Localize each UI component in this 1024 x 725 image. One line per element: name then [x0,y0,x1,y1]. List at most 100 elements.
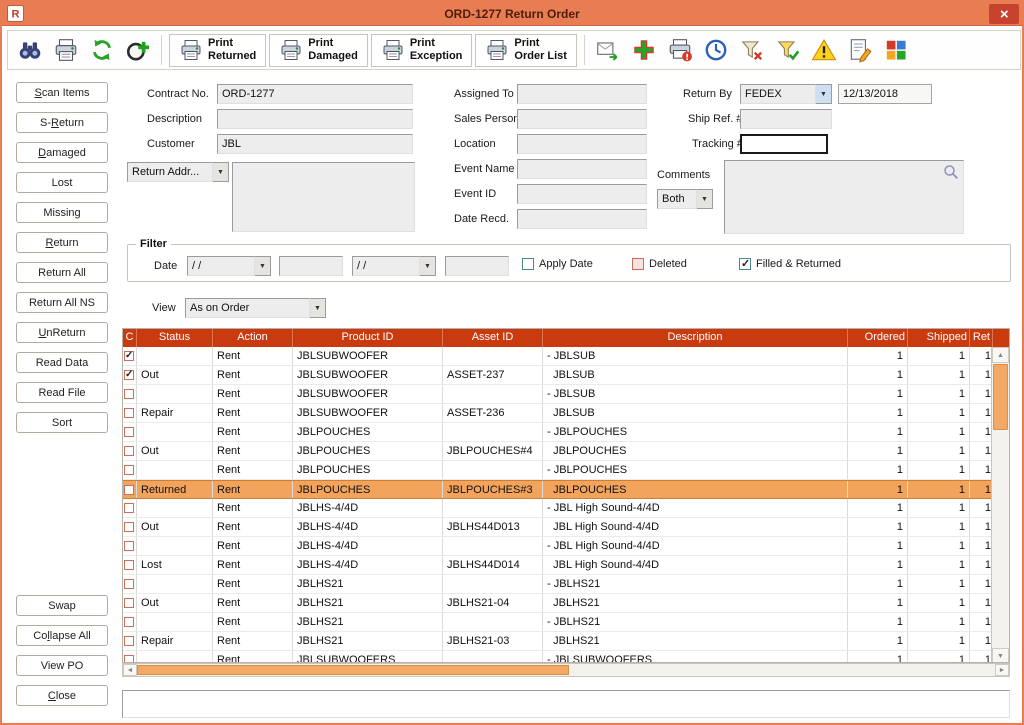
column-header-description[interactable]: Description [543,329,848,347]
add-circle-icon[interactable] [121,34,154,67]
sidebar-button-swap[interactable]: Swap [16,595,108,616]
comments-box[interactable] [724,160,964,234]
row-checkbox-icon[interactable] [124,522,134,532]
filter-clear-icon[interactable] [736,34,769,67]
edit-notes-icon[interactable] [844,34,877,67]
date-to-combo[interactable]: / / [352,256,436,276]
date-to-aux-field[interactable] [445,256,509,276]
table-row[interactable]: OutRentJBLHS21JBLHS21-04 JBLHS21111 [123,594,993,613]
color-grid-icon[interactable] [880,34,913,67]
vertical-scrollbar[interactable] [991,347,1009,663]
column-header-status[interactable]: Status [137,329,213,347]
sidebar-button-return-all-ns[interactable]: Return All NS [16,292,108,313]
sidebar-button-missing[interactable]: Missing [16,202,108,223]
sidebar-button-sort[interactable]: Sort [16,412,108,433]
table-row[interactable]: RentJBLSUBWOOFER- JBLSUB111 [123,347,993,366]
ship-ref-field[interactable] [740,109,832,129]
comments-filter-combo[interactable]: Both [657,189,713,209]
sidebar-button-close[interactable]: Close [16,685,108,706]
history-clock-icon[interactable] [700,34,733,67]
print-button-returned[interactable]: PrintReturned [169,34,266,67]
scroll-left-icon[interactable] [123,664,137,676]
horizontal-scrollbar[interactable] [122,663,1010,677]
sidebar-button-lost[interactable]: Lost [16,172,108,193]
row-checkbox-icon[interactable] [124,408,134,418]
chevron-down-icon[interactable] [816,84,832,104]
magnifier-icon[interactable] [942,163,960,181]
date-recd-field[interactable] [517,209,647,229]
print-icon[interactable] [49,34,82,67]
row-checkbox-icon[interactable] [124,465,134,475]
date-from-aux-field[interactable] [279,256,343,276]
row-checkbox-icon[interactable] [124,541,134,551]
table-row[interactable]: ReturnedRentJBLPOUCHESJBLPOUCHES#3 JBLPO… [123,480,993,499]
table-row[interactable]: OutRentJBLHS-4/4DJBLHS44D013 JBL High So… [123,518,993,537]
table-row[interactable]: RentJBLHS-4/4D- JBL High Sound-4/4D111 [123,537,993,556]
row-checkbox-icon[interactable] [124,427,134,437]
sidebar-button-damaged[interactable]: Damaged [16,142,108,163]
table-row[interactable]: RentJBLPOUCHES- JBLPOUCHES111 [123,423,993,442]
find-icon[interactable] [13,34,46,67]
scroll-right-icon[interactable] [995,664,1009,676]
table-row[interactable]: RepairRentJBLSUBWOOFERASSET-236 JBLSUB11… [123,404,993,423]
close-button[interactable] [989,4,1019,24]
sidebar-button-view-po[interactable]: View PO [16,655,108,676]
table-row[interactable]: RentJBLSUBWOOFER- JBLSUB111 [123,385,993,404]
filter-apply-icon[interactable] [772,34,805,67]
contract-no-field[interactable]: ORD-1277 [217,84,413,104]
filled-returned-checkbox[interactable]: Filled & Returned [739,258,841,270]
sidebar-button-s-return[interactable]: S-Return [16,112,108,133]
return-by-combo[interactable]: FEDEX [740,84,832,104]
print-button-damaged[interactable]: PrintDamaged [269,34,368,67]
table-row[interactable]: RentJBLSUBWOOFERS- JBLSUBWOOFERS111 [123,651,993,662]
column-header-ret[interactable]: Ret [970,329,993,347]
tracking-field[interactable] [740,134,828,154]
print-alert-icon[interactable] [664,34,697,67]
row-checkbox-icon[interactable] [124,503,134,513]
description-field[interactable] [217,109,413,129]
chevron-down-icon[interactable] [310,298,326,318]
sidebar-button-read-data[interactable]: Read Data [16,352,108,373]
column-header-asset_id[interactable]: Asset ID [443,329,543,347]
date-from-combo[interactable]: / / [187,256,271,276]
titlebar[interactable]: R ORD-1277 Return Order [2,2,1022,26]
row-checkbox-icon[interactable] [124,598,134,608]
location-field[interactable] [517,134,647,154]
row-checkbox-icon[interactable] [124,446,134,456]
event-id-field[interactable] [517,184,647,204]
customer-field[interactable]: JBL [217,134,413,154]
table-row[interactable]: OutRentJBLSUBWOOFERASSET-237 JBLSUB111 [123,366,993,385]
table-row[interactable]: RentJBLHS21- JBLHS21111 [123,575,993,594]
print-button-order-list[interactable]: PrintOrder List [475,34,577,67]
row-checkbox-icon[interactable] [124,636,134,646]
column-header-ordered[interactable]: Ordered [848,329,908,347]
column-header-action[interactable]: Action [213,329,293,347]
sidebar-button-scan-items[interactable]: Scan Items [16,82,108,103]
row-checkbox-icon[interactable] [124,485,134,495]
apply-date-checkbox[interactable]: Apply Date [522,258,593,270]
row-checkbox-icon[interactable] [124,579,134,589]
print-button-exception[interactable]: PrintException [371,34,473,67]
sidebar-button-collapse-all[interactable]: Collapse All [16,625,108,646]
return-date-field[interactable]: 12/13/2018 [838,84,932,104]
row-checkbox-icon[interactable] [124,370,134,380]
table-row[interactable]: LostRentJBLHS-4/4DJBLHS44D014 JBL High S… [123,556,993,575]
add-plus-icon[interactable] [628,34,661,67]
row-checkbox-icon[interactable] [124,655,134,662]
scroll-down-icon[interactable] [992,648,1009,663]
table-row[interactable]: OutRentJBLPOUCHESJBLPOUCHES#4 JBLPOUCHES… [123,442,993,461]
refresh-icon[interactable] [85,34,118,67]
return-addr-combo[interactable]: Return Addr... [127,162,229,182]
row-checkbox-icon[interactable] [124,560,134,570]
row-checkbox-icon[interactable] [124,389,134,399]
sidebar-button-return-all[interactable]: Return All [16,262,108,283]
table-row[interactable]: RentJBLPOUCHES- JBLPOUCHES111 [123,461,993,480]
sidebar-button-return[interactable]: Return [16,232,108,253]
table-row[interactable]: RentJBLHS-4/4D- JBL High Sound-4/4D111 [123,499,993,518]
send-mail-icon[interactable] [592,34,625,67]
view-combo[interactable]: As on Order [185,298,326,318]
scroll-up-icon[interactable] [992,347,1009,363]
column-header-c[interactable]: C [123,329,137,347]
column-header-product_id[interactable]: Product ID [293,329,443,347]
chevron-down-icon[interactable] [255,256,271,276]
